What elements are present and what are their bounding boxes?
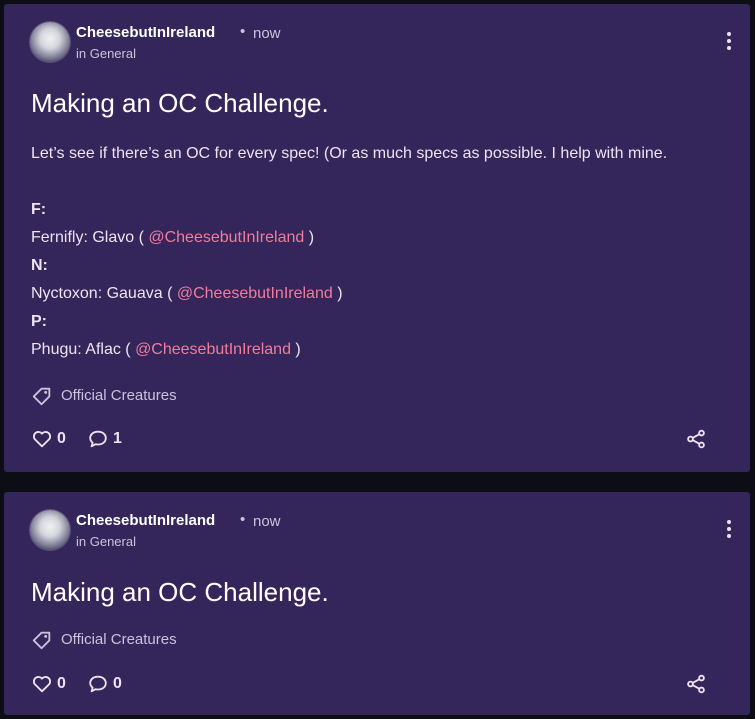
section-heading: P: [31, 313, 47, 330]
post-card[interactable]: CheesebutInIreland • now in General Maki… [4, 4, 750, 472]
tag-icon [32, 387, 51, 406]
post-title[interactable]: Making an OC Challenge. [31, 88, 329, 119]
line-text: ) [304, 229, 315, 246]
post-header: CheesebutInIreland • now in General [30, 22, 730, 64]
comment-icon [89, 675, 107, 693]
line-text: Nyctoxon: Gauava ( [31, 285, 177, 302]
tag-label: Official Creatures [61, 631, 177, 648]
post-header: CheesebutInIreland • now in General [30, 510, 730, 552]
meta-separator: • [240, 511, 246, 528]
section-heading: F: [31, 201, 47, 218]
share-button[interactable] [685, 428, 707, 450]
comment-count: 0 [113, 675, 122, 692]
heart-icon [32, 676, 52, 693]
avatar[interactable] [30, 510, 70, 550]
community-label[interactable]: in General [76, 534, 136, 549]
author-name[interactable]: CheesebutInIreland [76, 512, 215, 529]
share-button[interactable] [685, 673, 707, 695]
post-title[interactable]: Making an OC Challenge. [31, 577, 329, 608]
meta-separator: • [240, 23, 246, 40]
post-intro: Let’s see if there’s an OC for every spe… [31, 145, 668, 162]
comment-icon [89, 430, 107, 448]
line-text: Fernifly: Glavo ( [31, 229, 149, 246]
post-actions: 0 1 [31, 428, 731, 450]
post-card[interactable]: CheesebutInIreland • now in General Maki… [4, 492, 750, 715]
line-text: ) [332, 285, 343, 302]
section-line: Fernifly: Glavo ( @CheesebutInIreland ) [31, 229, 314, 247]
more-options-icon[interactable] [726, 32, 732, 52]
section-line: Nyctoxon: Gauava ( @CheesebutInIreland ) [31, 285, 343, 303]
comment-count: 1 [113, 430, 122, 447]
author-name[interactable]: CheesebutInIreland [76, 24, 215, 41]
like-count: 0 [57, 430, 66, 447]
more-options-icon[interactable] [726, 520, 732, 540]
like-count: 0 [57, 675, 66, 692]
post-time: now [253, 513, 281, 530]
community-label[interactable]: in General [76, 46, 136, 61]
avatar[interactable] [30, 22, 70, 62]
section-heading: N: [31, 257, 48, 274]
line-text: ) [290, 341, 301, 358]
tag-icon [32, 631, 51, 650]
post-time: now [253, 25, 281, 42]
share-icon [687, 429, 705, 449]
user-mention[interactable]: @CheesebutInIreland [177, 285, 333, 302]
section-line: Phugu: Aflac ( @CheesebutInIreland ) [31, 341, 301, 359]
line-text: Phugu: Aflac ( [31, 341, 136, 358]
user-mention[interactable]: @CheesebutInIreland [148, 229, 304, 246]
share-icon [687, 674, 705, 694]
tag-label: Official Creatures [61, 387, 177, 404]
post-actions: 0 0 [31, 673, 731, 695]
heart-icon [32, 431, 52, 448]
user-mention[interactable]: @CheesebutInIreland [135, 341, 291, 358]
